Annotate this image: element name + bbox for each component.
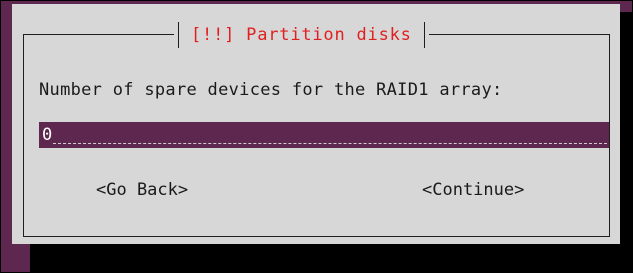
partition-dialog: [!!] Partition disks Number of spare dev… bbox=[12, 4, 620, 244]
input-underline bbox=[53, 143, 607, 144]
dialog-title-bar: [!!] Partition disks bbox=[174, 21, 429, 49]
title-divider-right bbox=[423, 22, 425, 48]
spare-devices-prompt: Number of spare devices for the RAID1 ar… bbox=[39, 80, 503, 100]
installer-screen: [!!] Partition disks Number of spare dev… bbox=[0, 0, 633, 273]
dialog-shadow-bottom bbox=[30, 244, 633, 273]
continue-button[interactable]: <Continue> bbox=[422, 180, 524, 200]
dialog-title: [!!] Partition disks bbox=[191, 25, 412, 45]
go-back-button[interactable]: <Go Back> bbox=[96, 180, 188, 200]
spare-devices-value: 0 bbox=[42, 125, 53, 145]
dialog-shadow-right bbox=[619, 12, 633, 273]
spare-devices-input[interactable]: 0 bbox=[39, 122, 609, 148]
